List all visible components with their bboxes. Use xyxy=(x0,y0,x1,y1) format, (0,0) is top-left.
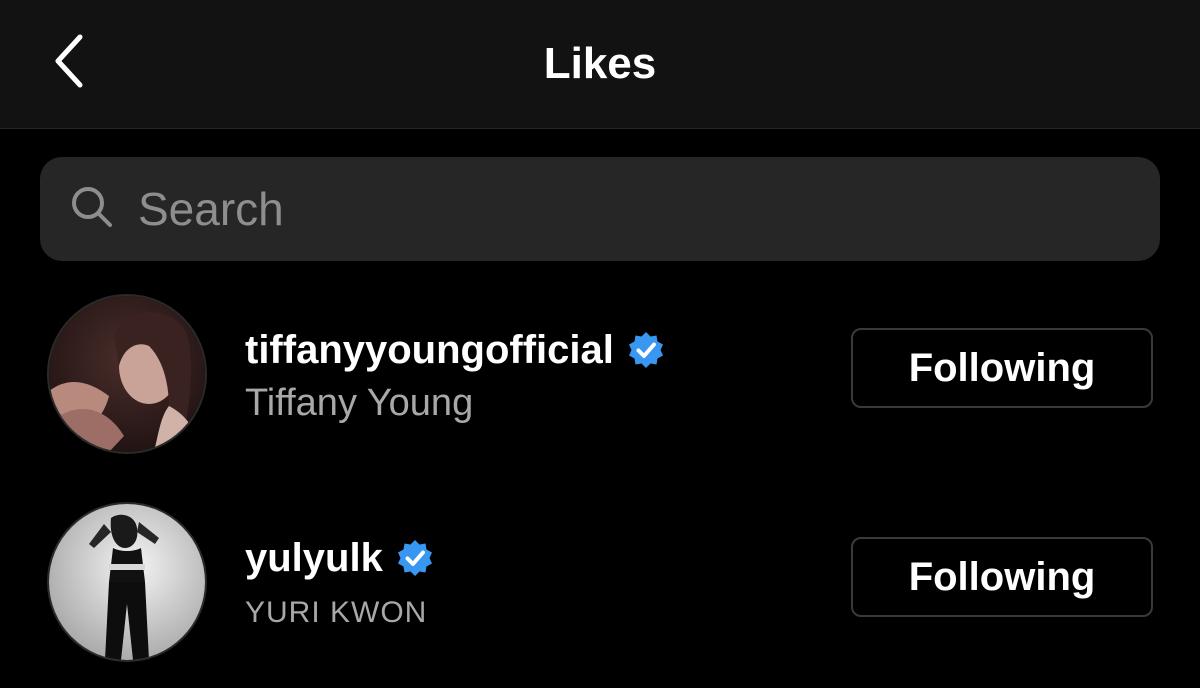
search-icon xyxy=(72,187,112,227)
list-item[interactable]: tiffanyyoungofficial Tiffany Young Follo… xyxy=(0,274,1200,474)
top-navigation-bar: Likes xyxy=(0,0,1200,129)
search-input[interactable] xyxy=(138,172,1118,246)
following-button[interactable]: Following xyxy=(851,537,1153,617)
list-item[interactable]: yulyulk YURI KWON Following xyxy=(0,484,1200,684)
following-button[interactable]: Following xyxy=(851,328,1153,408)
username-line: yulyulk xyxy=(245,534,435,582)
verified-badge-icon xyxy=(397,540,432,576)
verified-badge-icon xyxy=(628,332,663,368)
full-name: YURI KWON xyxy=(245,596,428,629)
avatar[interactable] xyxy=(47,502,207,662)
page-title: Likes xyxy=(543,39,657,88)
username[interactable]: tiffanyyoungofficial xyxy=(245,326,614,374)
full-name: Tiffany Young xyxy=(245,382,474,424)
username-line: tiffanyyoungofficial xyxy=(245,326,666,374)
avatar[interactable] xyxy=(47,294,207,454)
username[interactable]: yulyulk xyxy=(245,534,383,582)
